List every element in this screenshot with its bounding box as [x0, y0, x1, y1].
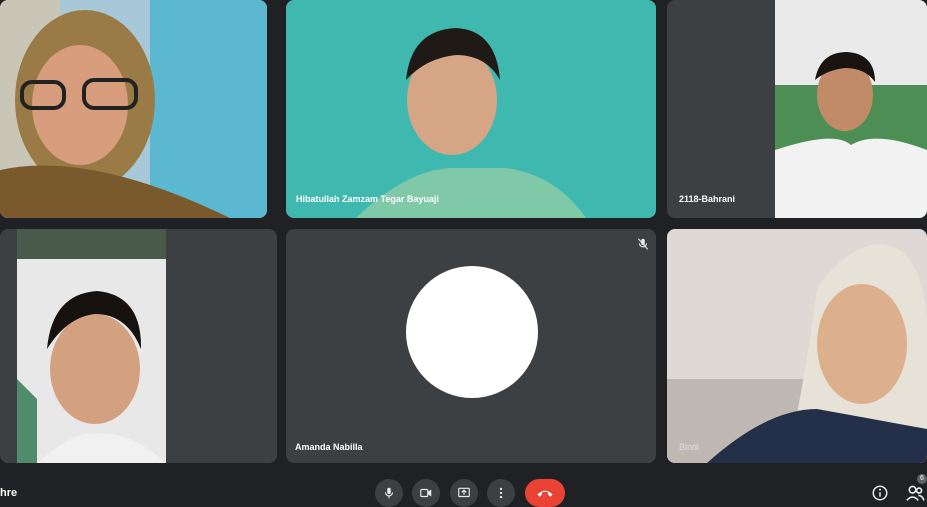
participant-video-1: [0, 0, 267, 218]
participant-tile-1[interactable]: [0, 0, 267, 218]
mic-button[interactable]: [375, 479, 403, 507]
participant-2-video-frame: [286, 0, 656, 218]
participant-name-label: 2118-Bahrani: [679, 194, 736, 204]
meeting-name: hre: [0, 487, 18, 499]
muted-mic-icon: [636, 237, 650, 251]
hang-up-button[interactable]: [525, 479, 565, 507]
participant-avatar: [406, 266, 538, 398]
participant-tile-5[interactable]: Amanda Nabilla: [286, 229, 656, 463]
participant-video-6: [667, 229, 927, 463]
people-icon: [906, 485, 925, 501]
participant-video-2: [286, 0, 656, 218]
participant-tile-4[interactable]: [0, 229, 277, 463]
camera-button[interactable]: [412, 479, 440, 507]
present-button[interactable]: [450, 479, 478, 507]
hang-up-icon: [537, 490, 553, 497]
more-options-icon: [499, 487, 503, 499]
participant-name-label: Amanda Nabilla: [295, 442, 363, 452]
participant-tile-3[interactable]: 2118-Bahrani: [667, 0, 927, 218]
participant-name-label: Hibatullah Zamzam Tegar Bayuaji: [296, 194, 439, 204]
participant-4-video-frame: [17, 229, 166, 463]
participant-video-4: [17, 229, 166, 463]
people-button[interactable]: [905, 484, 925, 502]
participant-6-video-frame: [667, 229, 927, 463]
participant-video-3: [775, 0, 927, 218]
participant-tile-2[interactable]: Hibatullah Zamzam Tegar Bayuaji: [286, 0, 656, 218]
camera-icon: [420, 488, 432, 498]
participant-name-label: Bindi: [679, 442, 700, 452]
more-options-button[interactable]: [487, 479, 515, 507]
info-button[interactable]: [871, 484, 889, 502]
mic-icon: [384, 487, 394, 499]
participant-3-video-frame: [775, 0, 927, 218]
info-icon: [872, 485, 888, 501]
present-icon: [458, 487, 470, 498]
participant-tile-6[interactable]: Bindi: [667, 229, 927, 463]
participant-count-badge: 6: [917, 474, 927, 484]
participant-1-video-frame: [0, 0, 267, 218]
